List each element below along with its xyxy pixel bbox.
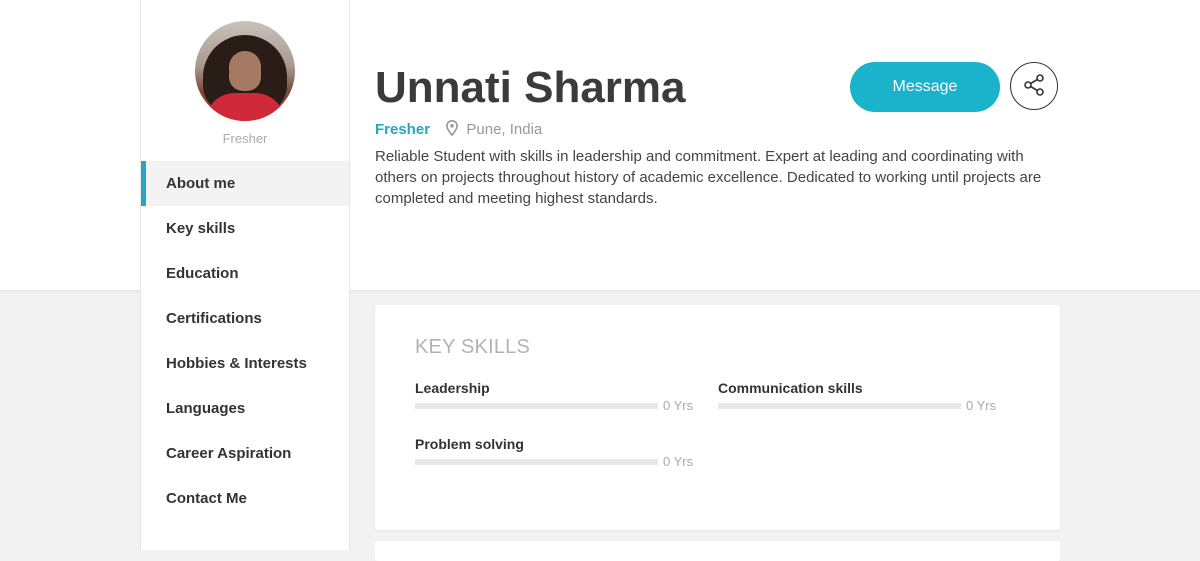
- status-badge: Fresher: [375, 121, 431, 138]
- skill-name: Leadership: [415, 380, 490, 396]
- next-section-card: [375, 541, 1060, 561]
- sidebar-item-contact-me[interactable]: Contact Me: [141, 476, 349, 521]
- skill-years: 0 Yrs: [966, 398, 997, 413]
- skill-progress-bar: [415, 459, 658, 465]
- key-skills-card: KEY SKILLS Leadership 0 Yrs Communicatio…: [375, 305, 1060, 530]
- sidebar-item-languages[interactable]: Languages: [141, 386, 349, 431]
- sidebar-item-about-me[interactable]: About me: [141, 161, 349, 206]
- share-button[interactable]: [1010, 62, 1058, 110]
- sidebar-nav: About me Key skills Education Certificat…: [141, 161, 349, 521]
- profile-meta: Fresher Pune, India: [375, 119, 543, 140]
- skill-item: Problem solving 0 Yrs: [415, 436, 695, 469]
- sidebar-item-certifications[interactable]: Certifications: [141, 296, 349, 341]
- sidebar: Fresher About me Key skills Education Ce…: [140, 0, 350, 550]
- skill-years: 0 Yrs: [663, 398, 694, 413]
- message-button[interactable]: Message: [850, 62, 1000, 112]
- sidebar-item-education[interactable]: Education: [141, 251, 349, 296]
- sidebar-item-key-skills[interactable]: Key skills: [141, 206, 349, 251]
- share-icon: [1022, 73, 1046, 100]
- skill-item: Communication skills 0 Yrs: [718, 380, 998, 413]
- profile-name: Unnati Sharma: [375, 63, 686, 112]
- skill-item: Leadership 0 Yrs: [415, 380, 695, 413]
- skill-progress-bar: [718, 403, 961, 409]
- avatar-caption: Fresher: [222, 131, 268, 146]
- key-skills-title: KEY SKILLS: [415, 336, 531, 358]
- location-pin-icon: [446, 119, 459, 140]
- sidebar-item-hobbies-interests[interactable]: Hobbies & Interests: [141, 341, 349, 386]
- avatar: [195, 21, 295, 121]
- skill-name: Communication skills: [718, 380, 863, 396]
- location-text: Pune, India: [466, 121, 543, 138]
- sidebar-item-career-aspiration[interactable]: Career Aspiration: [141, 431, 349, 476]
- profile-bio: Reliable Student with skills in leadersh…: [375, 148, 1042, 207]
- skill-progress-bar: [415, 403, 658, 409]
- skill-years: 0 Yrs: [663, 454, 694, 469]
- skill-name: Problem solving: [415, 436, 524, 452]
